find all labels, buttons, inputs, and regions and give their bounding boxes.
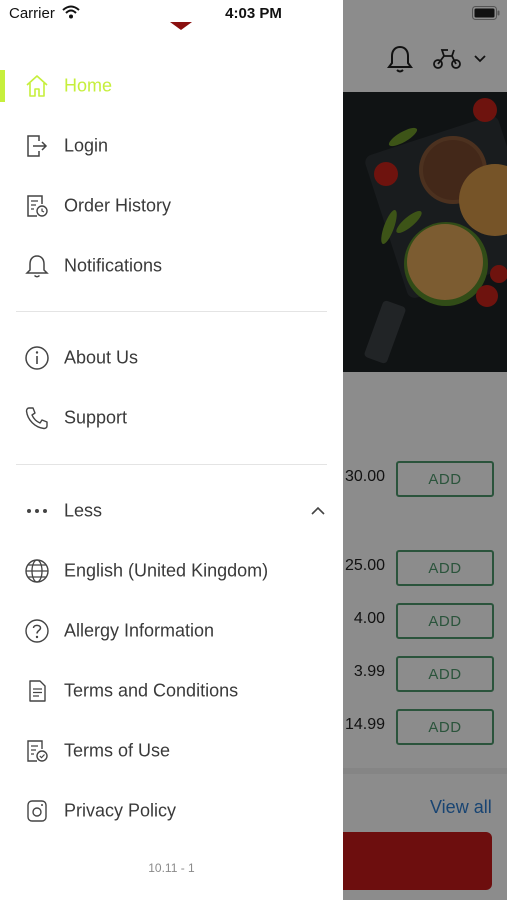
privacy-icon	[24, 798, 50, 824]
menu-item-label: Notifications	[64, 255, 163, 276]
menu-item-label: Less	[64, 500, 103, 521]
menu-item-label: About Us	[64, 347, 139, 368]
phone-icon	[24, 405, 50, 431]
question-icon	[24, 618, 50, 644]
menu-item-label: Terms of Use	[64, 740, 171, 761]
menu-item-login[interactable]: Login	[0, 118, 343, 174]
menu-item-label: Order History	[64, 195, 172, 216]
more-dots-icon	[24, 498, 50, 524]
menu-item-privacy-policy[interactable]: Privacy Policy	[0, 783, 343, 839]
divider	[16, 464, 327, 465]
menu-item-label: Login	[64, 135, 109, 156]
menu-item-terms-and-conditions[interactable]: Terms and Conditions	[0, 663, 343, 719]
home-icon	[24, 73, 50, 99]
menu-item-less-toggle[interactable]: Less	[0, 483, 343, 539]
menu-item-about-us[interactable]: About Us	[0, 330, 343, 386]
menu-item-label: Support	[64, 407, 128, 428]
status-time: 4:03 PM	[225, 5, 282, 22]
order-history-icon	[24, 193, 50, 219]
menu-item-allergy-information[interactable]: Allergy Information	[0, 603, 343, 659]
bell-icon	[24, 253, 50, 279]
battery-icon	[472, 6, 500, 20]
menu-item-label: Home	[64, 75, 113, 96]
menu-item-terms-of-use[interactable]: Terms of Use	[0, 723, 343, 779]
app-version: 10.11 - 1	[148, 861, 195, 875]
menu-item-label: Privacy Policy	[64, 800, 177, 821]
chevron-up-icon[interactable]	[309, 503, 327, 519]
side-drawer: Home Login Order History Notifications A…	[0, 0, 343, 900]
menu-item-notifications[interactable]: Notifications	[0, 238, 343, 294]
menu-item-label: Terms and Conditions	[64, 680, 239, 701]
document-icon	[24, 678, 50, 704]
menu-item-label: English (United Kingdom)	[64, 560, 269, 581]
menu-item-support[interactable]: Support	[0, 390, 343, 446]
login-icon	[24, 133, 50, 159]
menu-item-language[interactable]: English (United Kingdom)	[0, 543, 343, 599]
document-check-icon	[24, 738, 50, 764]
divider	[16, 311, 327, 312]
status-bar: Carrier 4:03 PM	[0, 0, 507, 28]
globe-icon	[24, 558, 50, 584]
menu-item-home[interactable]: Home	[0, 58, 343, 114]
menu-item-label: Allergy Information	[64, 620, 215, 641]
menu-item-order-history[interactable]: Order History	[0, 178, 343, 234]
info-icon	[24, 345, 50, 371]
